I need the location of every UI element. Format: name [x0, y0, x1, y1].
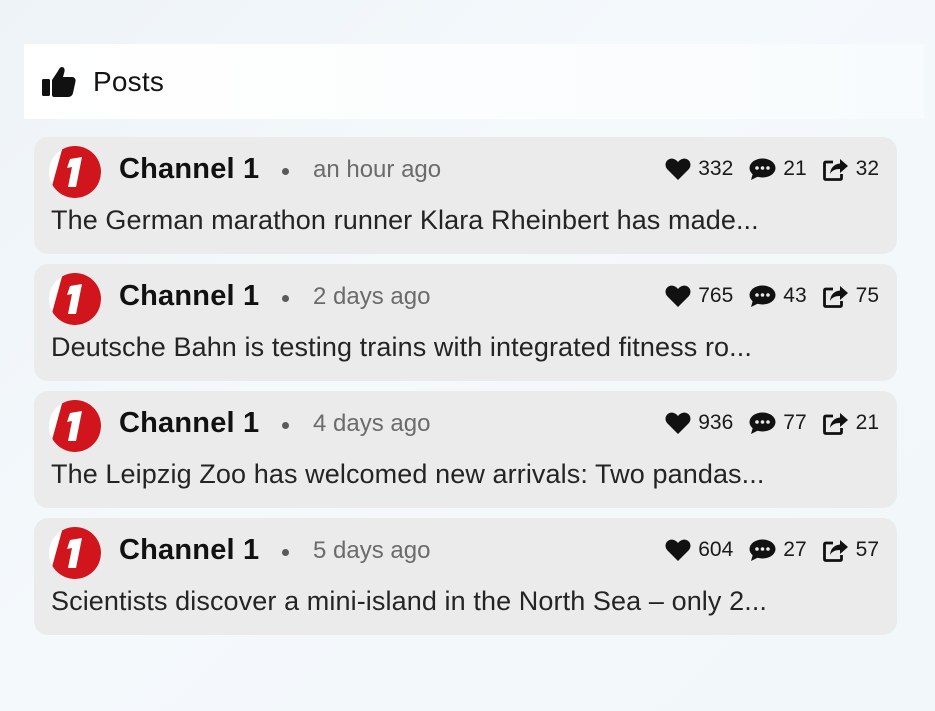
- comment-icon: [749, 285, 776, 307]
- post-timestamp: 2 days ago: [313, 283, 431, 310]
- post-stats: 765 43 75: [665, 284, 879, 308]
- like-count: 604: [698, 538, 734, 561]
- comment-button[interactable]: 43: [749, 284, 807, 308]
- posts-header: Posts: [24, 44, 924, 119]
- channel-name[interactable]: Channel 1: [119, 280, 259, 313]
- heart-icon: [665, 285, 691, 307]
- heart-icon: [665, 158, 691, 180]
- comment-icon: [749, 158, 776, 180]
- share-button[interactable]: 32: [822, 157, 879, 181]
- channel-name[interactable]: Channel 1: [119, 534, 259, 567]
- channel-name[interactable]: Channel 1: [119, 153, 259, 186]
- post-card[interactable]: Channel 1 5 days ago 604 27 57 Scientist…: [34, 518, 897, 635]
- comment-button[interactable]: 77: [749, 411, 807, 435]
- share-button[interactable]: 57: [822, 538, 879, 562]
- like-button[interactable]: 936: [665, 411, 733, 435]
- like-count: 332: [698, 157, 734, 180]
- comment-count: 77: [783, 411, 807, 434]
- post-stats: 332 21 32: [665, 157, 879, 181]
- channel-avatar[interactable]: [49, 273, 101, 325]
- channel-avatar[interactable]: [49, 146, 101, 198]
- like-button[interactable]: 604: [665, 538, 733, 562]
- thumbs-up-icon: [41, 66, 77, 98]
- post-timestamp: 5 days ago: [313, 537, 431, 564]
- like-count: 765: [698, 284, 734, 307]
- share-icon: [822, 412, 848, 435]
- separator-dot: [282, 168, 289, 175]
- like-button[interactable]: 332: [665, 157, 733, 181]
- share-count: 75: [855, 284, 879, 307]
- share-icon: [822, 158, 848, 181]
- share-count: 21: [855, 411, 879, 434]
- share-icon: [822, 285, 848, 308]
- like-count: 936: [698, 411, 734, 434]
- separator-dot: [282, 422, 289, 429]
- post-timestamp: an hour ago: [313, 156, 442, 183]
- channel-avatar[interactable]: [49, 400, 101, 452]
- page-title: Posts: [93, 65, 165, 97]
- separator-dot: [282, 295, 289, 302]
- post-stats: 936 77 21: [665, 411, 879, 435]
- share-count: 57: [855, 538, 879, 561]
- post-text[interactable]: The Leipzig Zoo has welcomed new arrival…: [51, 459, 881, 490]
- comment-count: 21: [783, 157, 807, 180]
- post-text[interactable]: The German marathon runner Klara Rheinbe…: [51, 205, 881, 236]
- share-count: 32: [855, 157, 879, 180]
- separator-dot: [282, 549, 289, 556]
- post-text[interactable]: Deutsche Bahn is testing trains with int…: [51, 332, 881, 363]
- heart-icon: [665, 412, 691, 434]
- share-button[interactable]: 75: [822, 284, 879, 308]
- share-icon: [822, 539, 848, 562]
- post-card[interactable]: Channel 1 4 days ago 936 77 21 The Leipz…: [34, 391, 897, 508]
- post-text[interactable]: Scientists discover a mini-island in the…: [51, 586, 881, 617]
- comment-icon: [749, 412, 776, 434]
- comment-count: 43: [783, 284, 807, 307]
- comment-button[interactable]: 27: [749, 538, 807, 562]
- posts-list: Channel 1 an hour ago 332 21 32 The Germ…: [34, 137, 897, 645]
- comment-button[interactable]: 21: [749, 157, 807, 181]
- post-stats: 604 27 57: [665, 538, 879, 562]
- comment-icon: [749, 539, 776, 561]
- post-timestamp: 4 days ago: [313, 410, 431, 437]
- heart-icon: [665, 539, 691, 561]
- comment-count: 27: [783, 538, 807, 561]
- like-button[interactable]: 765: [665, 284, 733, 308]
- post-card[interactable]: Channel 1 2 days ago 765 43 75 Deutsche …: [34, 264, 897, 381]
- channel-avatar[interactable]: [49, 527, 101, 579]
- share-button[interactable]: 21: [822, 411, 879, 435]
- channel-name[interactable]: Channel 1: [119, 407, 259, 440]
- post-card[interactable]: Channel 1 an hour ago 332 21 32 The Germ…: [34, 137, 897, 254]
